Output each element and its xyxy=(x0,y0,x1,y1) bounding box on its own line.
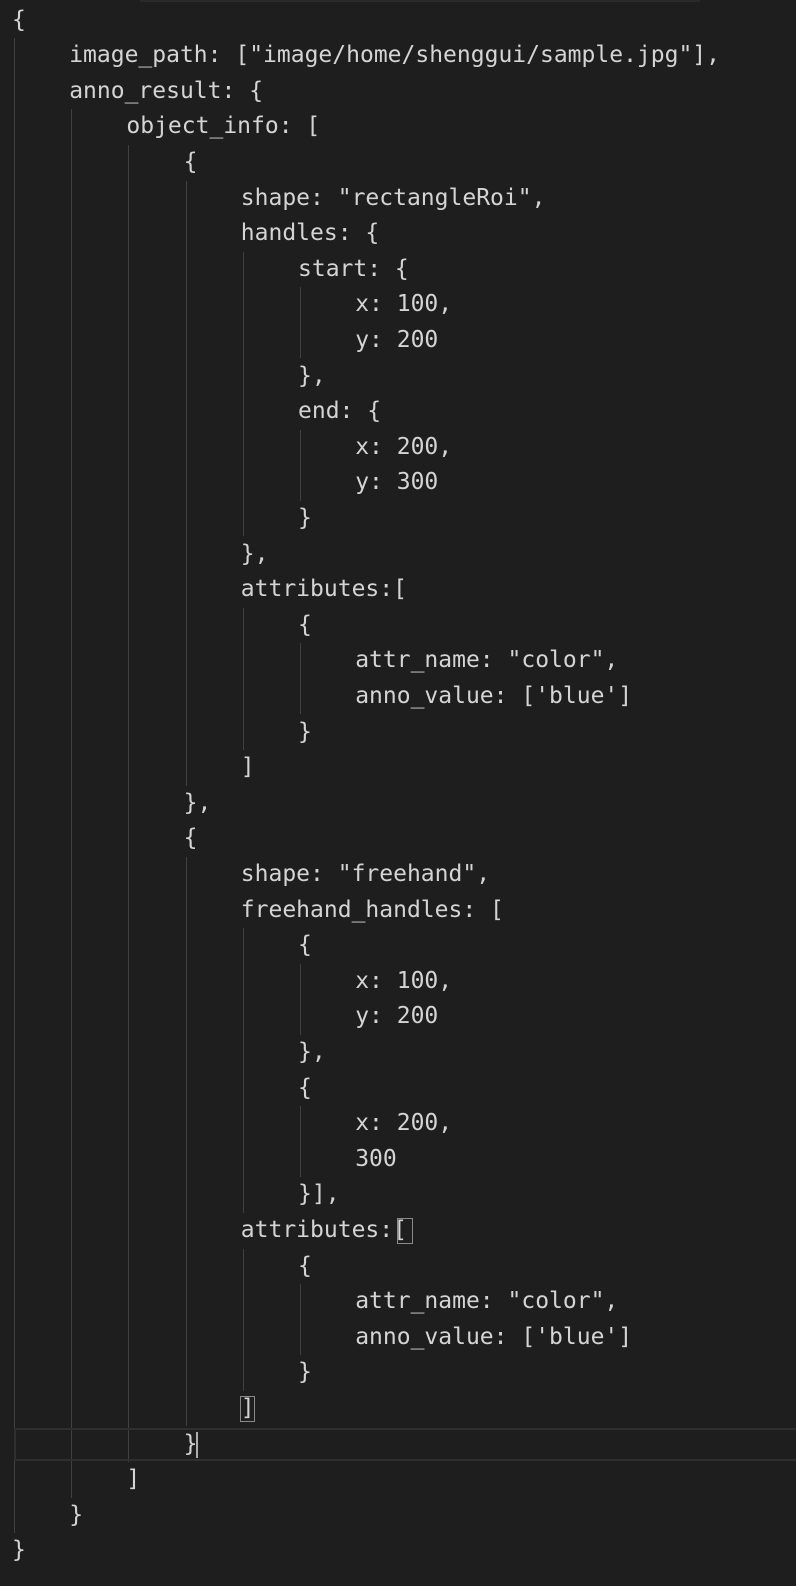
code-line[interactable]: handles: { xyxy=(0,216,796,252)
code-line-text: }, xyxy=(298,362,326,389)
code-line-text: anno_result: { xyxy=(69,77,264,104)
code-line-text: shape: "rectangleRoi", xyxy=(240,184,546,211)
code-line-text: } xyxy=(298,718,312,745)
code-line[interactable]: attributes:[ xyxy=(0,572,796,608)
code-editor[interactable]: { image_path: ["image/home/shenggui/sampl… xyxy=(0,0,796,1586)
code-line-text: }, xyxy=(240,540,269,567)
code-line-text: attributes:[ xyxy=(240,1216,407,1243)
text-cursor xyxy=(195,1431,198,1459)
code-line[interactable]: x: 100, xyxy=(0,964,796,1000)
code-line[interactable]: anno_value: ['blue'] xyxy=(0,1320,796,1356)
code-line[interactable]: end: { xyxy=(0,394,796,430)
code-line-text: shape: "freehand", xyxy=(240,860,491,887)
code-line[interactable]: } xyxy=(0,501,796,537)
code-line-text: } xyxy=(298,504,312,531)
code-line-text: image_path: ["image/home/shenggui/sample… xyxy=(69,42,721,69)
code-line[interactable]: { xyxy=(0,145,796,181)
code-line[interactable]: anno_result: { xyxy=(0,74,796,110)
code-line-text: end: { xyxy=(298,398,382,425)
code-line[interactable]: { xyxy=(0,1249,796,1285)
bracket-match-open xyxy=(397,1217,413,1245)
code-line-text: handles: { xyxy=(240,220,380,247)
code-line[interactable]: attr_name: "color", xyxy=(0,1284,796,1320)
code-line[interactable]: ] xyxy=(0,750,796,786)
code-line[interactable]: }, xyxy=(0,786,796,822)
code-line[interactable]: }, xyxy=(0,359,796,395)
code-line[interactable]: } xyxy=(0,1355,796,1391)
code-line[interactable]: image_path: ["image/home/shenggui/sample… xyxy=(0,38,796,74)
code-line[interactable]: y: 200 xyxy=(0,999,796,1035)
code-line-text: } xyxy=(69,1501,84,1528)
code-line[interactable]: }, xyxy=(0,1035,796,1071)
code-line-text: x: 200, xyxy=(355,1110,453,1137)
code-line-text: { xyxy=(183,148,198,175)
code-line-text: { xyxy=(298,1252,312,1279)
code-line-text: ] xyxy=(126,1466,141,1493)
code-line-text: }, xyxy=(298,1038,326,1065)
bracket-match-close xyxy=(239,1395,256,1423)
code-line[interactable]: ] xyxy=(0,1391,796,1427)
code-line[interactable]: ] xyxy=(0,1462,796,1498)
code-line[interactable]: shape: "freehand", xyxy=(0,857,796,893)
code-line[interactable]: y: 300 xyxy=(0,465,796,501)
code-line[interactable]: x: 100, xyxy=(0,287,796,323)
code-line-text: { xyxy=(183,825,198,852)
code-line-text: anno_value: ['blue'] xyxy=(355,1323,633,1350)
code-line[interactable]: object_info: [ xyxy=(0,109,796,145)
code-line[interactable]: } xyxy=(0,1498,796,1534)
code-line-text: x: 100, xyxy=(355,291,453,318)
code-line-text: y: 200 xyxy=(355,1003,439,1030)
code-line-text: { xyxy=(298,611,312,638)
code-line-text: attributes:[ xyxy=(240,576,407,603)
code-line[interactable]: { xyxy=(0,928,796,964)
code-line-text: start: { xyxy=(298,255,409,282)
code-line-text: x: 200, xyxy=(355,433,453,460)
code-line-text: { xyxy=(298,1074,312,1101)
code-line-text: ] xyxy=(240,754,255,781)
code-line-text: object_info: [ xyxy=(126,113,321,140)
code-line-text: } xyxy=(298,1359,312,1386)
code-line-text: { xyxy=(12,6,26,33)
code-line[interactable]: { xyxy=(0,1071,796,1107)
code-line[interactable]: 300 xyxy=(0,1142,796,1178)
code-line[interactable]: anno_value: ['blue'] xyxy=(0,679,796,715)
code-line[interactable]: attr_name: "color", xyxy=(0,643,796,679)
code-line[interactable]: }], xyxy=(0,1177,796,1213)
code-line[interactable]: } xyxy=(0,1533,796,1569)
code-line-text: attr_name: "color", xyxy=(355,647,619,674)
code-line[interactable]: x: 200, xyxy=(0,1106,796,1142)
code-line-text: x: 100, xyxy=(355,967,453,994)
code-line-text: y: 200 xyxy=(355,326,439,353)
code-line[interactable]: y: 200 xyxy=(0,323,796,359)
code-line-text: attr_name: "color", xyxy=(355,1288,619,1315)
code-line-text: }, xyxy=(183,789,212,816)
code-line[interactable]: } xyxy=(0,715,796,751)
code-line-text: freehand_handles: [ xyxy=(240,896,504,923)
code-line[interactable]: freehand_handles: [ xyxy=(0,893,796,929)
code-line[interactable]: { xyxy=(0,821,796,857)
code-line[interactable]: shape: "rectangleRoi", xyxy=(0,181,796,217)
code-line-text: y: 300 xyxy=(355,469,439,496)
code-line-text: 300 xyxy=(355,1145,397,1172)
code-line[interactable]: } xyxy=(0,1427,796,1463)
code-line-text: }], xyxy=(298,1181,340,1208)
code-line-text: { xyxy=(298,932,312,959)
code-line-text: anno_value: ['blue'] xyxy=(355,682,633,709)
code-line[interactable]: { xyxy=(0,3,796,39)
code-line[interactable]: { xyxy=(0,608,796,644)
code-line[interactable]: x: 200, xyxy=(0,430,796,466)
code-line-text: } xyxy=(12,1537,26,1564)
code-line[interactable]: start: { xyxy=(0,252,796,288)
code-line[interactable]: }, xyxy=(0,537,796,573)
